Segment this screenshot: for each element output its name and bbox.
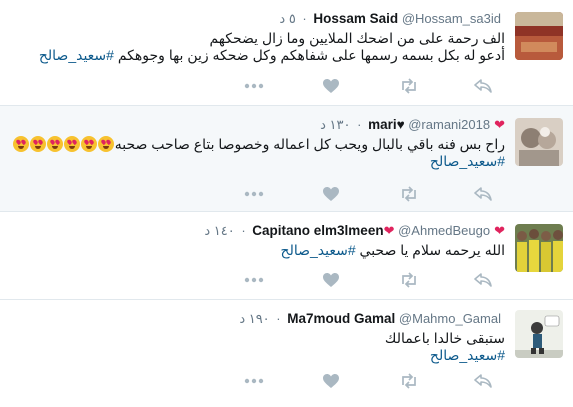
hashtag-link[interactable]: #سعيد_صالح [430, 347, 505, 363]
reply-icon[interactable] [474, 272, 496, 290]
tweet-header: Hossam Said @Hossam_sa3id · ٥ د [279, 10, 505, 28]
tweet-text-part: أدعو له بكل بسمه رسمها على شفاهكم وكل ضح… [117, 47, 505, 63]
tweet-text: الله يرحمه سلام يا صحبي #سعيد_صالح [25, 242, 505, 259]
tweet-text-part: الله يرحمه سلام يا صحبي [359, 242, 505, 258]
display-name[interactable]: mari [368, 117, 397, 132]
heart-icon[interactable] [322, 186, 344, 204]
heart-emoji: ❤ [383, 223, 395, 238]
user-handle[interactable]: @Mahmo_Gamal [399, 311, 501, 326]
heart-icon[interactable] [322, 272, 344, 290]
tweet[interactable]: ❤ mari♥ @ramani2018 · ١٣٠ د راح بس فنه با… [0, 106, 573, 212]
display-name[interactable]: Capitano elm3lmeen [252, 223, 383, 238]
user-handle[interactable]: @ramani2018 [408, 117, 490, 132]
hashtag-link[interactable]: #سعيد_صالح [39, 47, 114, 63]
tweet-text: راح بس فنه باقي بالبال ويحب كل اعماله وخ… [12, 136, 505, 170]
retweet-icon[interactable] [399, 373, 421, 391]
timestamp[interactable]: ١٩٠ د [239, 311, 269, 326]
tweet-text-line: #سعيد_صالح [25, 153, 505, 170]
heart-emoji: ❤ [494, 117, 505, 132]
avatar[interactable] [515, 118, 563, 166]
heart-icon[interactable] [322, 373, 344, 391]
tweet-text-line: أدعو له بكل بسمه رسمها على شفاهكم وكل ضح… [25, 47, 505, 64]
retweet-icon[interactable] [399, 78, 421, 96]
heart-symbol: ♥ [396, 117, 405, 132]
tweet-actions [244, 186, 500, 204]
heart-eyes-emoji-icon [12, 136, 115, 153]
tweet[interactable]: Ma7moud Gamal @Mahmo_Gamal · ١٩٠ د ستبقى… [0, 300, 573, 407]
more-icon[interactable] [244, 78, 266, 96]
tweet-text-line: الف رحمة على من اضحك الملايين وما زال يض… [209, 30, 505, 46]
tweet-header: ❤Capitano elm3lmeen❤ @AhmedBeugo · ١٤٠ د [204, 222, 505, 240]
tweet-header: ❤ mari♥ @ramani2018 · ١٣٠ د [320, 116, 505, 134]
tweet[interactable]: Hossam Said @Hossam_sa3id · ٥ د الف رحمة… [0, 0, 573, 106]
avatar[interactable] [515, 12, 563, 60]
separator-dot: · [241, 223, 246, 238]
hashtag-link[interactable]: #سعيد_صالح [281, 242, 356, 258]
tweet[interactable]: ❤Capitano elm3lmeen❤ @AhmedBeugo · ١٤٠ د… [0, 212, 573, 300]
tweet-text-line: راح بس فنه باقي بالبال ويحب كل اعماله وخ… [12, 136, 505, 153]
user-handle[interactable]: @AhmedBeugo [398, 223, 490, 238]
retweet-icon[interactable] [399, 272, 421, 290]
tweet-text-line: #سعيد_صالح [25, 347, 505, 364]
tweet-text-line: ستبقى خالدا باعمالك [384, 330, 505, 346]
display-name[interactable]: Hossam Said [313, 11, 398, 26]
reply-icon[interactable] [474, 186, 496, 204]
avatar[interactable] [515, 224, 563, 272]
display-name[interactable]: Ma7moud Gamal [287, 311, 395, 326]
more-icon[interactable] [244, 373, 266, 391]
timestamp[interactable]: ١٣٠ د [320, 117, 350, 132]
tweet-actions [244, 272, 500, 290]
separator-dot: · [302, 11, 307, 26]
retweet-icon[interactable] [399, 186, 421, 204]
tweet-text: الف رحمة على من اضحك الملايين وما زال يض… [25, 30, 505, 64]
timestamp[interactable]: ١٤٠ د [204, 223, 234, 238]
heart-emoji: ❤ [494, 223, 505, 238]
tweet-text-line: الله يرحمه سلام يا صحبي #سعيد_صالح [25, 242, 505, 259]
reply-icon[interactable] [474, 78, 496, 96]
hashtag-link[interactable]: #سعيد_صالح [430, 153, 505, 169]
separator-dot: · [357, 117, 362, 132]
user-handle[interactable]: @Hossam_sa3id [402, 11, 501, 26]
heart-icon[interactable] [322, 78, 344, 96]
more-icon[interactable] [244, 272, 266, 290]
tweet-text-part: راح بس فنه باقي بالبال ويحب كل اعماله وخ… [114, 136, 505, 152]
reply-icon[interactable] [474, 373, 496, 391]
tweet-text: ستبقى خالدا باعمالك #سعيد_صالح [25, 330, 505, 364]
separator-dot: · [276, 311, 281, 326]
timestamp[interactable]: ٥ د [279, 11, 295, 26]
avatar[interactable] [515, 310, 563, 358]
tweet-actions [244, 373, 500, 391]
tweet-feed: Hossam Said @Hossam_sa3id · ٥ د الف رحمة… [0, 0, 573, 407]
more-icon[interactable] [244, 186, 266, 204]
tweet-header: Ma7moud Gamal @Mahmo_Gamal · ١٩٠ د [239, 310, 505, 328]
tweet-actions [244, 78, 500, 96]
